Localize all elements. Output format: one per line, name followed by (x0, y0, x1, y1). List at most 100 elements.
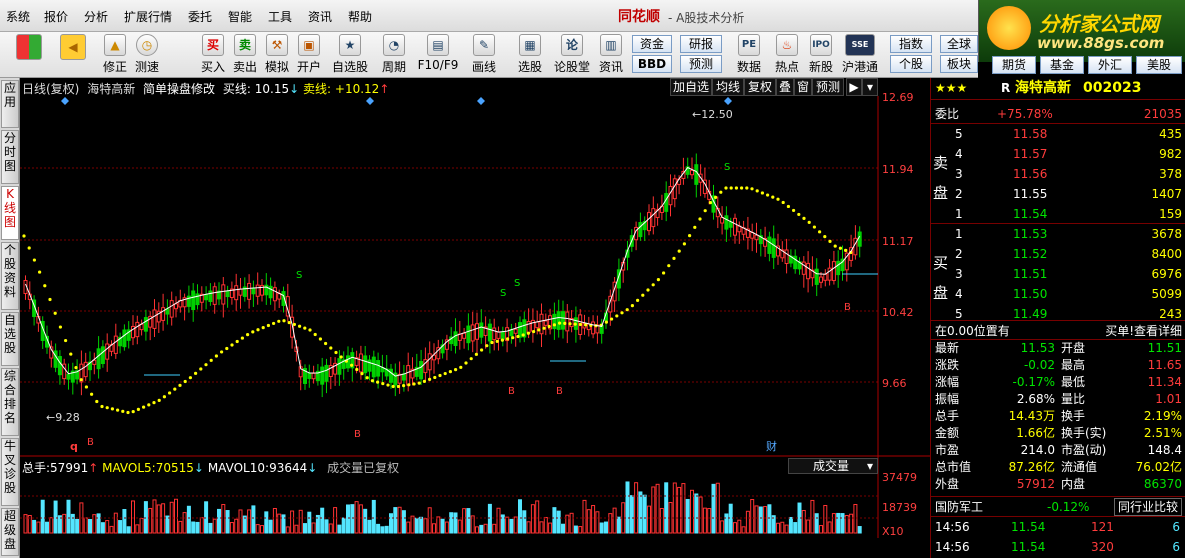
sar-dot (760, 191, 765, 195)
tab-us-stocks[interactable]: 美股 (1136, 56, 1182, 74)
menu-trade[interactable]: 委托 (188, 8, 212, 25)
toolbar-sector-button[interactable]: 板块 (940, 55, 978, 73)
left-tab-diagnose[interactable]: 牛叉诊股 (1, 438, 19, 506)
volume-bar (724, 513, 729, 534)
volume-bar (354, 501, 359, 534)
toolbar-fund-button[interactable]: 资金 (632, 35, 672, 53)
logo-star-icon (987, 6, 1031, 50)
toolbar-news-button[interactable]: ▥ 资讯 (596, 34, 626, 76)
menu-system[interactable]: 系统 (6, 8, 30, 25)
bid-price: 11.50 (1013, 287, 1048, 301)
sar-dot (750, 187, 754, 191)
toolbar-data-button[interactable]: PE 数据 (734, 34, 764, 76)
forum-icon: 论 (561, 34, 583, 56)
sar-dot (688, 234, 692, 238)
kline-chart-area[interactable]: 日线(复权) 海特高新 简单操盘修改 买线: 10.15↓ 卖线: +10.12… (20, 78, 930, 558)
toolbar-fix-button[interactable]: ▲ 修正 (100, 34, 130, 76)
candle-body (694, 164, 699, 185)
candle-body (363, 355, 368, 374)
toolbar-bbd-button[interactable]: BBD (632, 55, 672, 73)
volume-bar (419, 516, 424, 534)
indicator-dropdown[interactable]: 成交量 ▾ (788, 458, 878, 474)
candle-body (728, 221, 733, 228)
volume-bar (737, 519, 742, 534)
menu-news[interactable]: 资讯 (308, 8, 332, 25)
menu-analysis[interactable]: 分析 (84, 8, 108, 25)
volume-bar (651, 486, 656, 534)
left-tab-ranking[interactable]: 综合排名 (1, 368, 19, 436)
menu-quote[interactable]: 报价 (44, 8, 68, 25)
sar-dot (490, 340, 494, 345)
toolbar-forecast-button[interactable]: 预测 (680, 55, 722, 73)
toolbar-fix-label: 修正 (102, 60, 127, 74)
toolbar-forum-button[interactable]: 论论股堂 (554, 34, 590, 76)
volume-bar (333, 507, 338, 534)
toolbar-buy-button[interactable]: 买买入 (198, 34, 228, 76)
toolbar-period-button[interactable]: ◔ 周期 (376, 34, 412, 76)
toolbar-watchlist-button[interactable]: ★ 自选股 (330, 34, 370, 76)
volume-bar (707, 508, 712, 534)
tab-funds[interactable]: 基金 (1040, 56, 1084, 74)
bid-volume: 5099 (1151, 287, 1182, 301)
toolbar-panel-button[interactable] (14, 34, 44, 76)
toolbar-research-button[interactable]: 研报 (680, 35, 722, 53)
sar-dot (823, 235, 827, 239)
left-tab-superboard[interactable]: 超级盘 (1, 508, 19, 556)
menu-tools[interactable]: 工具 (268, 8, 292, 25)
toolbar-back-button[interactable]: ◀ (58, 34, 88, 76)
sar-dot (786, 204, 791, 209)
sector-compare-button[interactable]: 同行业比较 (1113, 498, 1182, 516)
signal-q: q (70, 440, 78, 453)
toolbar-speed-button[interactable]: ◷ 测速 (132, 34, 162, 76)
left-tab-profile[interactable]: 个股资料 (1, 242, 19, 310)
bid-volume: 8400 (1151, 247, 1182, 261)
sar-dot (682, 242, 687, 246)
volume-bar (406, 521, 411, 534)
sar-dot (220, 350, 224, 354)
toolbar-simulate-button[interactable]: ⚒ 模拟 (262, 34, 292, 76)
toolbar-f10-button[interactable]: ▤ F10/F9 (416, 34, 460, 76)
toolbar-hk-connect-button[interactable]: SSE 沪港通 (840, 34, 880, 76)
candle-body (83, 361, 88, 378)
grid (20, 167, 878, 383)
volume-bar (754, 505, 759, 534)
cycle-icon: ◔ (383, 34, 405, 56)
toolbar-open-account-button[interactable]: ▣ 开户 (294, 34, 324, 76)
toolbar-select-stock-button[interactable]: ▦ 选股 (512, 34, 548, 76)
menu-smart[interactable]: 智能 (228, 8, 252, 25)
volume-bar (793, 522, 798, 534)
left-tab-timeshare[interactable]: 分时图 (1, 130, 19, 184)
quote-value: 57912 (1016, 477, 1055, 491)
toolbar-draw-button[interactable]: ✎ 画线 (466, 34, 502, 76)
menu-extended-market[interactable]: 扩展行情 (124, 8, 172, 25)
app-subtitle: - A股技术分析 (668, 11, 745, 25)
menu-help[interactable]: 帮助 (348, 8, 372, 25)
candle-body (92, 359, 97, 365)
toolbar-stock-button[interactable]: 个股 (890, 55, 932, 73)
left-tab-apps[interactable]: 应用 (1, 80, 19, 128)
toolbar-sell-button[interactable]: 卖卖出 (230, 34, 260, 76)
toolbar-hot-label: 热点 (774, 60, 799, 74)
toolbar-hot-button[interactable]: ♨ 热点 (772, 34, 802, 76)
left-tab-watchlist[interactable]: 自选股 (1, 312, 19, 366)
candle-body (105, 343, 110, 360)
tab-forex[interactable]: 外汇 (1088, 56, 1132, 74)
toolbar-index-button[interactable]: 指数 (890, 35, 932, 53)
sar-dot (386, 383, 390, 387)
candle-body (251, 287, 256, 295)
sar-dot (272, 321, 276, 326)
volume-bar (88, 519, 92, 534)
sar-dot (308, 328, 312, 332)
tick-time: 14:56 (935, 540, 970, 554)
sector-name[interactable]: 国防军工 (935, 497, 983, 517)
toolbar-ipo-button[interactable]: IPO 新股 (806, 34, 836, 76)
sar-dot (636, 298, 640, 302)
tab-futures[interactable]: 期货 (992, 56, 1036, 74)
volume-bar (208, 522, 213, 534)
volume-bar (384, 525, 389, 534)
left-tab-kline[interactable]: K线图 (1, 186, 19, 240)
volume-bar (513, 516, 518, 534)
candle-body (371, 356, 376, 378)
toolbar-global-button[interactable]: 全球 (940, 35, 978, 53)
volume-bar (857, 526, 862, 534)
